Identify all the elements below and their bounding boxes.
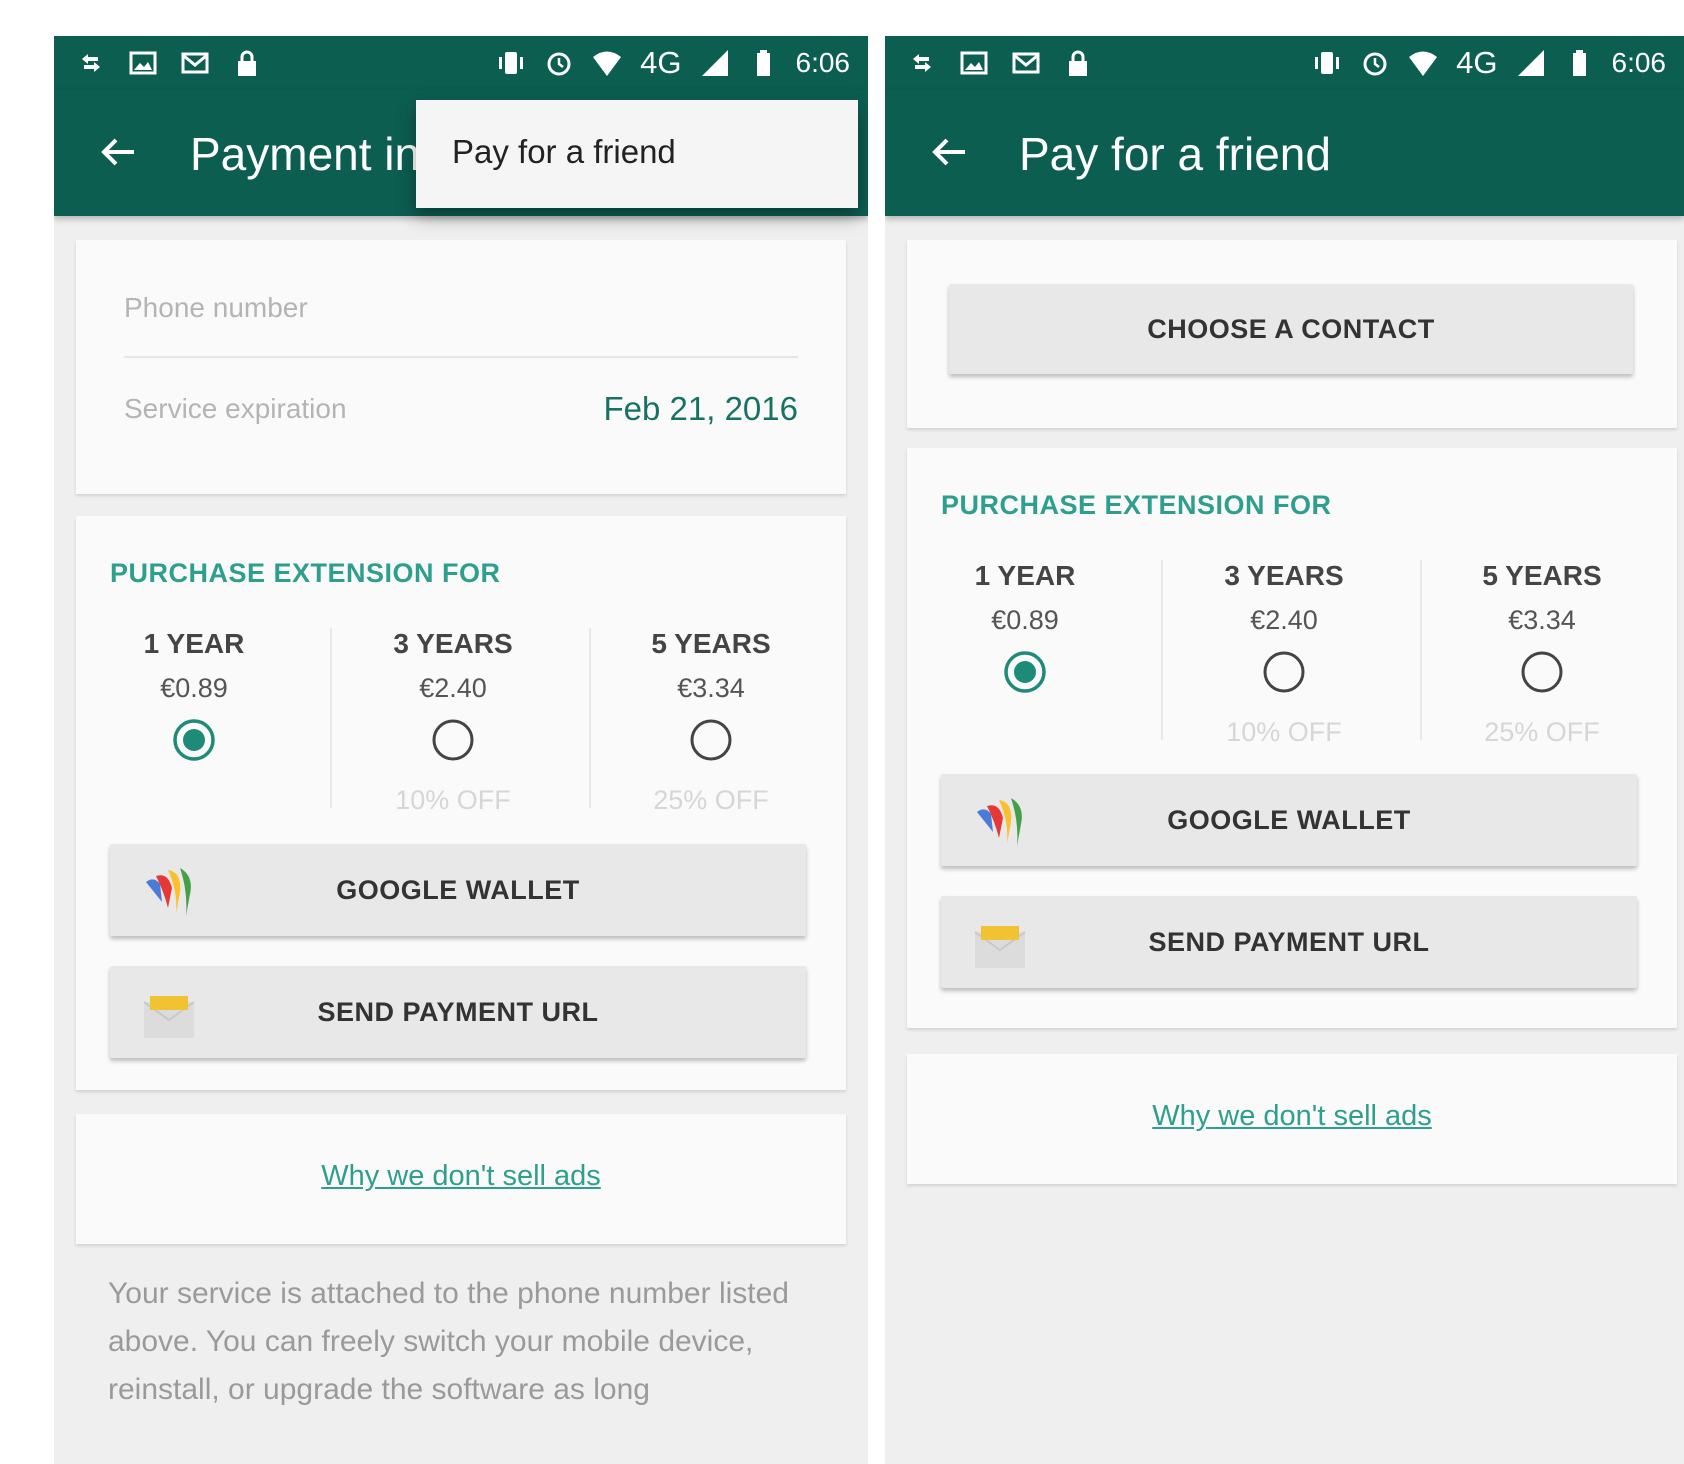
- google-wallet-button[interactable]: GOOGLE WALLET: [941, 774, 1637, 866]
- google-wallet-label: GOOGLE WALLET: [1167, 804, 1411, 835]
- image-icon: [129, 51, 157, 75]
- status-bar: 4G 6:06: [54, 36, 868, 90]
- plan-discount: 10% OFF: [1226, 717, 1342, 747]
- radio-unselected-icon[interactable]: [1262, 650, 1306, 694]
- divider: [124, 356, 798, 358]
- signal-icon: [701, 50, 728, 76]
- sync-icon: [82, 54, 100, 72]
- page-title: Pay for a friend: [1019, 128, 1331, 180]
- menu-item-pay-for-a-friend[interactable]: Pay for a friend: [452, 132, 676, 172]
- plan-option-5-years[interactable]: 5 YEARS €3.34 25% OFF: [601, 626, 821, 816]
- google-wallet-button[interactable]: GOOGLE WALLET: [110, 844, 806, 936]
- google-wallet-label: GOOGLE WALLET: [336, 874, 580, 905]
- plan-name: 3 YEARS: [1224, 560, 1344, 591]
- section-header: PURCHASE EXTENSION FOR: [110, 558, 501, 588]
- plan-option-5-years[interactable]: 5 YEARS €3.34 25% OFF: [1432, 558, 1652, 748]
- plan-discount: 25% OFF: [1484, 717, 1600, 747]
- contact-card: CHOOSE A CONTACT: [907, 240, 1677, 428]
- lock-icon: [238, 50, 256, 76]
- battery-icon: [756, 50, 770, 76]
- send-payment-url-button[interactable]: SEND PAYMENT URL: [941, 896, 1637, 988]
- lock-icon: [1069, 50, 1087, 76]
- vibrate-icon: [1315, 52, 1340, 74]
- back-arrow-icon[interactable]: [96, 130, 140, 174]
- wifi-icon: [1409, 51, 1438, 76]
- plan-name: 1 YEAR: [143, 628, 245, 659]
- plan-option-1-year[interactable]: 1 YEAR €0.89: [915, 558, 1135, 716]
- service-expiration-value: Feb 21, 2016: [603, 390, 799, 427]
- choose-contact-button[interactable]: CHOOSE A CONTACT: [949, 284, 1633, 374]
- plan-price: €3.34: [1508, 605, 1576, 635]
- clock: 6:06: [795, 47, 851, 78]
- plan-name: 1 YEAR: [974, 560, 1076, 591]
- divider: [589, 628, 591, 808]
- plan-discount: 25% OFF: [653, 785, 769, 815]
- send-payment-url-label: SEND PAYMENT URL: [317, 996, 599, 1027]
- status-bar: 4G 6:06: [885, 36, 1684, 90]
- back-arrow-icon[interactable]: [927, 130, 971, 174]
- send-payment-url-label: SEND PAYMENT URL: [1148, 926, 1430, 957]
- radio-unselected-icon[interactable]: [431, 718, 475, 762]
- alarm-icon: [1363, 52, 1387, 76]
- purchase-card: PURCHASE EXTENSION FOR 1 YEAR €0.89 3 YE…: [907, 448, 1677, 1028]
- right-phone-screen: 4G 6:06 Pay for a friend CHOOSE A CONTAC…: [885, 36, 1684, 1464]
- plan-name: 3 YEARS: [393, 628, 513, 659]
- radio-selected-icon[interactable]: [1003, 650, 1047, 694]
- battery-icon: [1572, 50, 1586, 76]
- wifi-icon: [593, 51, 622, 76]
- plan-option-3-years[interactable]: 3 YEARS €2.40 10% OFF: [1174, 558, 1394, 748]
- section-header: PURCHASE EXTENSION FOR: [941, 490, 1332, 520]
- why-ads-card: Why we don't sell ads: [907, 1054, 1677, 1184]
- sync-icon: [913, 54, 931, 72]
- choose-contact-label: CHOOSE A CONTACT: [1147, 313, 1435, 344]
- page-title: Payment in: [190, 128, 421, 180]
- purchase-card: PURCHASE EXTENSION FOR 1 YEAR €0.89 3 YE…: [76, 516, 846, 1090]
- clock: 6:06: [1611, 47, 1667, 78]
- plan-name: 5 YEARS: [651, 628, 771, 659]
- send-payment-url-button[interactable]: SEND PAYMENT URL: [110, 966, 806, 1058]
- plan-price: €2.40: [419, 673, 487, 703]
- account-card: Phone number Service expiration Feb 21, …: [76, 240, 846, 494]
- mail-icon: [181, 52, 209, 74]
- radio-unselected-icon[interactable]: [689, 718, 733, 762]
- why-we-dont-sell-ads-link[interactable]: Why we don't sell ads: [907, 1100, 1677, 1133]
- mail-icon: [1012, 52, 1040, 74]
- signal-icon: [1517, 50, 1544, 76]
- plan-option-3-years[interactable]: 3 YEARS €2.40 10% OFF: [343, 626, 563, 816]
- plan-name: 5 YEARS: [1482, 560, 1602, 591]
- plan-price: €0.89: [991, 605, 1059, 635]
- app-bar: Pay for a friend: [885, 90, 1684, 216]
- network-type: 4G: [640, 45, 682, 80]
- radio-unselected-icon[interactable]: [1520, 650, 1564, 694]
- left-phone-screen: 4G 6:06 Payment in Pay for a friend Phon…: [54, 36, 868, 1464]
- image-icon: [960, 51, 988, 75]
- overflow-menu: Pay for a friend: [416, 100, 858, 208]
- plan-price: €0.89: [160, 673, 228, 703]
- network-type: 4G: [1456, 45, 1498, 80]
- plan-discount: 10% OFF: [395, 785, 511, 815]
- radio-selected-icon[interactable]: [172, 718, 216, 762]
- alarm-icon: [547, 52, 571, 76]
- plan-price: €2.40: [1250, 605, 1318, 635]
- divider: [1420, 560, 1422, 740]
- divider: [330, 628, 332, 808]
- vibrate-icon: [499, 52, 524, 74]
- service-info-text: Your service is attached to the phone nu…: [108, 1277, 789, 1406]
- phone-number-field[interactable]: Phone number: [124, 292, 798, 324]
- why-ads-card: Why we don't sell ads: [76, 1114, 846, 1244]
- plan-option-1-year[interactable]: 1 YEAR €0.89: [84, 626, 304, 784]
- why-we-dont-sell-ads-link[interactable]: Why we don't sell ads: [76, 1160, 846, 1193]
- divider: [1161, 560, 1163, 740]
- plan-price: €3.34: [677, 673, 745, 703]
